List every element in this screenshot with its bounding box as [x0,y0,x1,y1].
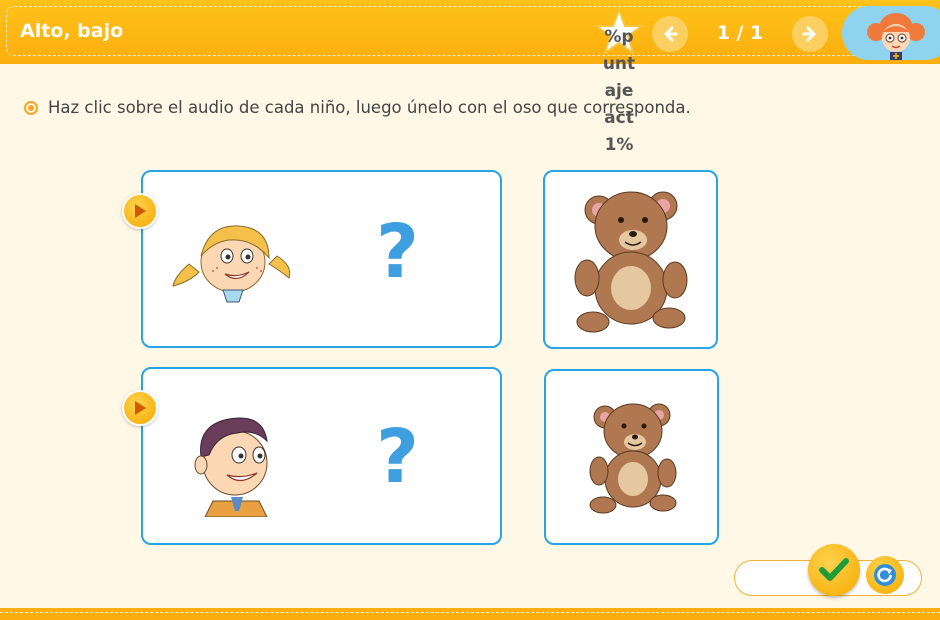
footer-dashed-border [0,612,940,613]
arrow-left-icon [664,26,678,42]
play-icon [135,401,146,415]
footer-bar [0,608,940,620]
radio-bullet-icon [24,100,38,115]
child-card-2[interactable]: ? [141,367,502,545]
instruction-text: Haz clic sobre el audio de cada niño, lu… [48,98,691,117]
reset-icon [874,564,896,586]
reset-button[interactable] [866,556,904,594]
large-teddy-bear [574,191,688,333]
play-icon [135,204,146,218]
audio-play-button-1[interactable] [122,193,158,229]
bear-card-1[interactable] [543,170,718,349]
prev-button[interactable] [652,16,688,52]
avatar-panel [842,6,940,60]
question-mark-2: ? [376,414,419,500]
arrow-right-icon [802,26,816,42]
girl-illustration [172,225,291,303]
next-button[interactable] [792,16,828,52]
instruction: Haz clic sobre el audio de cada niño, lu… [24,98,691,117]
activity-title: Alto, bajo [20,20,124,42]
check-button[interactable] [808,544,860,596]
check-icon [819,558,849,581]
audio-play-button-2[interactable] [122,390,158,426]
bear-card-2[interactable] [544,369,719,545]
page-indicator: 1 / 1 [716,22,764,44]
teacher-avatar [867,13,925,60]
child-card-1[interactable]: ? [141,170,502,348]
small-teddy-bear [589,403,677,514]
question-mark-1: ? [376,209,419,295]
boy-illustration [194,417,268,517]
score-placeholder-text: %puntajeact1% [602,27,636,155]
header-bar: Alto, bajo 1 / 1 [0,0,940,64]
